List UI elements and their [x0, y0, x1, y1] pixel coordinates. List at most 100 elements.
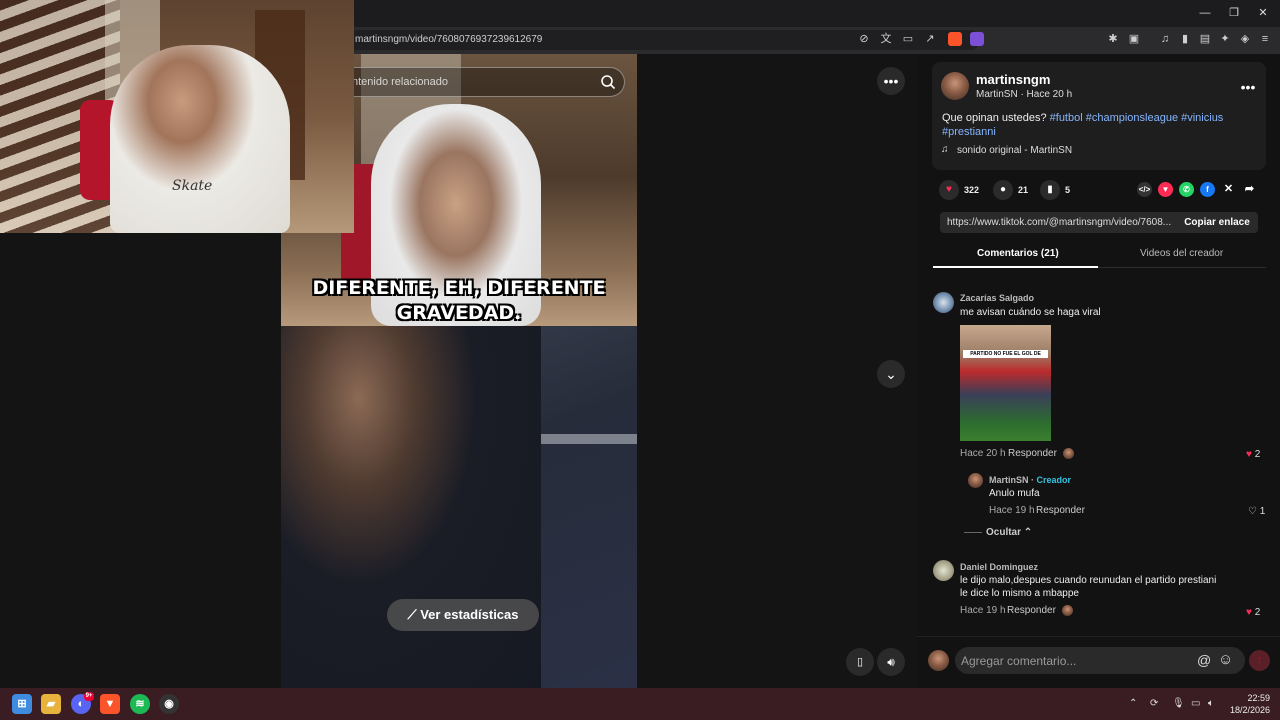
extensions-icon[interactable]: ✱ [1106, 32, 1120, 46]
sidebar-icon[interactable]: ▮ [1178, 32, 1192, 46]
send-comment-icon[interactable]: ↑ [1249, 650, 1270, 671]
bookmark-icon[interactable]: ▮ [1040, 180, 1060, 200]
taskbar-clock[interactable]: 22:59 18/2/2026 [1226, 692, 1270, 716]
cast-icon[interactable]: ▭ [901, 32, 915, 46]
reply-reply-button[interactable]: Responder [1036, 505, 1085, 516]
minimize-icon[interactable]: — [1198, 6, 1212, 20]
post-description-text: Que opinan ustedes? [942, 112, 1050, 124]
emoji-icon[interactable]: ☺ [1218, 651, 1233, 668]
reply-text: Anulo mufa [989, 488, 1040, 499]
webcam-overlay: Skate [0, 0, 354, 233]
network-icon[interactable]: ▭ [1191, 698, 1200, 709]
like-icon[interactable]: ♥ [939, 180, 959, 200]
copy-link-button[interactable]: Copiar enlace [1176, 212, 1258, 233]
share-page-icon[interactable]: ↗ [923, 32, 937, 46]
tab-comments[interactable]: Comentarios (21) [977, 248, 1059, 259]
close-icon[interactable]: ✕ [1256, 6, 1270, 20]
creator-liked-avatar [1063, 448, 1074, 459]
mention-icon[interactable]: @ [1197, 652, 1211, 668]
comment-like-count: 2 [1254, 607, 1261, 618]
embed-icon[interactable]: </> [1137, 182, 1152, 197]
music-note-icon: ♫ [941, 144, 949, 155]
windows-start-icon[interactable]: ⊞ [12, 694, 32, 714]
comment-like[interactable]: ♥ 2 [1246, 607, 1260, 618]
reply-author[interactable]: MartinSN · Creador [989, 475, 1071, 485]
heart-icon: ♥ [1246, 607, 1252, 618]
reply-avatar[interactable] [968, 473, 983, 488]
video-caption-line-1: DIFERENTE, EH, DIFERENTE [312, 277, 606, 299]
like-count: 322 [964, 185, 980, 195]
restore-icon[interactable]: ❐ [1227, 6, 1241, 20]
tab-creator-videos[interactable]: Videos del creador [1140, 248, 1223, 259]
reply-like[interactable]: ♡ 1 [1248, 506, 1265, 517]
view-stats-button[interactable]: ⟋ Ver estadísticas [387, 599, 539, 631]
creator-liked-avatar [1062, 605, 1073, 616]
next-video-chevron-icon[interactable]: ⌄ [877, 360, 905, 388]
search-icon[interactable] [600, 74, 616, 90]
comment-icon[interactable]: ● [993, 180, 1013, 200]
comment-text: me avisan cuándo se haga viral [960, 307, 1101, 318]
menu-icon[interactable]: ≡ [1258, 32, 1272, 46]
hide-replies-line [964, 532, 982, 533]
brave-shields-icon[interactable] [948, 32, 962, 46]
comment-like[interactable]: ♥ 2 [1246, 449, 1260, 460]
commenter-name[interactable]: Zacarías Salgado [960, 293, 1034, 303]
brave-rewards-icon[interactable] [970, 32, 984, 46]
volume-icon[interactable]: 🔊︎ [877, 648, 905, 676]
post-more-icon[interactable]: ••• [1234, 73, 1262, 101]
tray-overflow-icon[interactable]: ⌃ [1129, 698, 1137, 709]
leo-ai-icon[interactable]: ✦ [1218, 32, 1232, 46]
clock-time: 22:59 [1247, 693, 1270, 703]
hide-replies-button[interactable]: Ocultar ⌃ [986, 527, 1032, 538]
discord-badge: 9+ [84, 692, 94, 701]
post-sound[interactable]: sonido original - MartinSN [957, 145, 1072, 156]
author-name[interactable]: martinsngm [976, 72, 1050, 87]
speaker-icon[interactable]: 🔈︎ [1208, 698, 1214, 709]
whatsapp-icon[interactable]: ✆ [1179, 182, 1194, 197]
clock-date: 18/2/2026 [1229, 705, 1270, 715]
hide-replies-label: Ocultar [986, 527, 1022, 538]
spotify-icon[interactable]: ≋ [130, 694, 150, 714]
repost-icon[interactable]: ▼ [1158, 182, 1173, 197]
comment-like-count: 2 [1254, 449, 1261, 460]
file-explorer-icon[interactable]: ▰ [41, 694, 61, 714]
video-caption: DIFERENTE, EH, DIFERENTE GRAVEDAD. [281, 276, 637, 326]
screenshot-icon[interactable]: ▣ [1127, 32, 1141, 46]
reply-time: Hace 19 h [989, 505, 1035, 516]
no-tracking-icon[interactable]: ⊘ [857, 32, 871, 46]
author-subtitle: MartinSN · Hace 20 h [976, 89, 1073, 100]
more-options-icon[interactable]: ••• [877, 67, 905, 95]
video-caption-line-2: GRAVEDAD. [396, 302, 522, 324]
wallet-icon[interactable]: ▤ [1198, 32, 1212, 46]
commenter-avatar[interactable] [933, 292, 954, 313]
commenter-name[interactable]: Daniel Dominguez [960, 562, 1038, 572]
chevron-up-icon: ⌃ [1023, 527, 1033, 538]
brave-browser-icon[interactable]: ▼ [100, 694, 120, 714]
video-link-url[interactable]: https://www.tiktok.com/@martinsngm/video… [947, 217, 1173, 228]
comment-time: Hace 19 h [960, 605, 1006, 616]
translate-icon[interactable]: 文 [879, 32, 893, 46]
author-avatar[interactable] [941, 72, 969, 100]
comment-image-caption: PARTIDO NO FUE EL GOL DE [963, 350, 1048, 358]
stats-icon: ⟋ [407, 607, 421, 622]
view-stats-label: Ver estadísticas [420, 607, 519, 622]
x-icon[interactable]: ✕ [1221, 182, 1236, 197]
reply-author-name: MartinSN [989, 475, 1029, 485]
obs-icon[interactable]: ◉ [159, 694, 179, 714]
video-footballer [281, 326, 541, 688]
commenter-avatar[interactable] [933, 560, 954, 581]
user-avatar[interactable] [928, 650, 949, 671]
comment-image[interactable] [960, 325, 1051, 441]
share-arrow-icon[interactable]: ➦ [1242, 182, 1257, 197]
reply-button[interactable]: Responder [1008, 448, 1057, 459]
video-bottom-scene [281, 326, 637, 688]
heart-icon: ♥ [1246, 449, 1252, 460]
reply-like-count: 1 [1259, 506, 1266, 517]
facebook-icon[interactable]: f [1200, 182, 1215, 197]
sync-icon[interactable]: ⟳ [1150, 698, 1158, 709]
vpn-icon[interactable]: ◈ [1238, 32, 1252, 46]
reply-button[interactable]: Responder [1007, 605, 1056, 616]
media-icon[interactable]: ♫ [1158, 32, 1172, 46]
microphone-icon[interactable]: 🎙︎ [1172, 698, 1185, 709]
miniplayer-icon[interactable]: ▯ [846, 648, 874, 676]
